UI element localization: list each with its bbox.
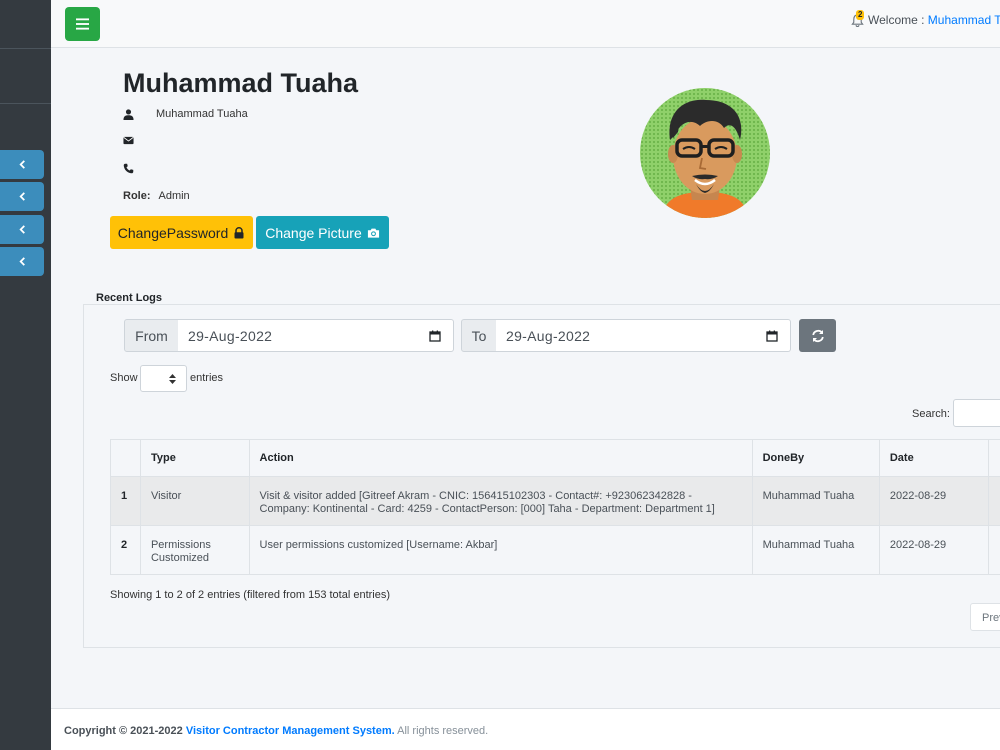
sidebar-item-2[interactable] bbox=[0, 182, 44, 211]
row-type: Visitor bbox=[139, 476, 250, 526]
notification-bell[interactable]: 2 bbox=[851, 9, 865, 28]
user-icon bbox=[123, 108, 134, 120]
column-header-doneby[interactable]: DoneBy bbox=[751, 439, 880, 477]
row-action: User permissions customized [Username: A… bbox=[248, 525, 753, 575]
notification-badge: 2 bbox=[856, 9, 865, 20]
from-date-value: 29-Aug-2022 bbox=[188, 327, 273, 344]
sidebar-item-1[interactable] bbox=[0, 150, 44, 179]
row-date: 2022-08-29 bbox=[878, 525, 990, 575]
top-navbar: 2 Welcome : Muhammad Tuaha bbox=[51, 0, 1000, 48]
profile-role-row: Role: Admin bbox=[123, 190, 190, 202]
refresh-icon bbox=[811, 329, 824, 342]
role-label: Role: bbox=[123, 190, 151, 202]
chevron-left-icon bbox=[18, 192, 25, 201]
footer-copyright: Copyright © 2021-2022 bbox=[64, 725, 186, 737]
column-header-action[interactable]: Action bbox=[248, 439, 753, 477]
table-row: 2 Permissions Customized User permission… bbox=[110, 525, 1000, 575]
calendar-icon[interactable] bbox=[429, 330, 441, 342]
chevron-left-icon bbox=[18, 257, 25, 266]
profile-phone-row bbox=[123, 163, 156, 174]
camera-icon bbox=[367, 228, 379, 238]
calendar-icon[interactable] bbox=[766, 330, 778, 342]
row-number: 1 bbox=[110, 476, 141, 526]
refresh-button[interactable] bbox=[799, 319, 836, 352]
footer-rights: All rights reserved. bbox=[394, 725, 489, 737]
sidebar bbox=[0, 0, 51, 750]
from-label: From bbox=[124, 319, 179, 352]
footer: Copyright © 2021-2022 Visitor Contractor… bbox=[51, 708, 1000, 750]
entries-label: entries bbox=[190, 372, 224, 384]
search-input[interactable] bbox=[953, 399, 1000, 427]
pagination-previous-button[interactable]: Prev bbox=[970, 603, 1000, 631]
logs-table: Type Action DoneBy Date 1 Visitor Visit … bbox=[110, 439, 1000, 575]
table-info-text: Showing 1 to 2 of 2 entries (filtered fr… bbox=[110, 589, 391, 601]
sidebar-item-3[interactable] bbox=[0, 215, 44, 244]
avatar bbox=[640, 88, 770, 218]
to-label: To bbox=[461, 319, 497, 352]
envelope-icon bbox=[123, 136, 134, 145]
search-label: Search: bbox=[912, 408, 950, 420]
change-picture-button[interactable]: Change Picture bbox=[256, 216, 389, 249]
profile-username-row: Muhammad Tuaha bbox=[123, 108, 248, 120]
footer-text: Copyright © 2021-2022 Visitor Contractor… bbox=[64, 725, 488, 737]
change-password-button[interactable]: ChangePassword bbox=[110, 216, 253, 249]
from-date-input[interactable]: 29-Aug-2022 bbox=[178, 319, 454, 352]
column-header-extra bbox=[988, 439, 1000, 477]
profile-username: Muhammad Tuaha bbox=[156, 108, 248, 120]
bars-icon bbox=[76, 18, 89, 30]
row-action: Visit & visitor added [Gitreef Akram - C… bbox=[248, 476, 753, 526]
row-extra bbox=[988, 525, 1000, 575]
row-number: 2 bbox=[110, 525, 141, 575]
lock-icon bbox=[234, 226, 244, 238]
profile-email-row bbox=[123, 135, 156, 146]
show-label: Show bbox=[110, 372, 138, 384]
menu-toggle-button[interactable] bbox=[65, 7, 100, 41]
sidebar-divider bbox=[0, 48, 51, 49]
sort-arrows-icon bbox=[169, 374, 176, 384]
role-value: Admin bbox=[158, 190, 190, 202]
entries-length-select[interactable] bbox=[140, 365, 187, 392]
page-title: Muhammad Tuaha bbox=[123, 68, 359, 98]
recent-logs-title: Recent Logs bbox=[96, 292, 163, 304]
sidebar-divider bbox=[0, 103, 51, 104]
chevron-left-icon bbox=[18, 160, 25, 169]
table-row: 1 Visitor Visit & visitor added [Gitreef… bbox=[110, 476, 1000, 526]
to-date-value: 29-Aug-2022 bbox=[506, 327, 591, 344]
welcome-label: Welcome : bbox=[868, 13, 928, 27]
row-done-by: Muhammad Tuaha bbox=[751, 476, 880, 526]
row-date: 2022-08-29 bbox=[878, 476, 990, 526]
chevron-left-icon bbox=[18, 225, 25, 234]
column-header-type[interactable]: Type bbox=[139, 439, 250, 477]
welcome-area: 2 Welcome : Muhammad Tuaha bbox=[851, 9, 1000, 28]
table-header-row: Type Action DoneBy Date bbox=[110, 439, 1000, 477]
column-header-date[interactable]: Date bbox=[878, 439, 990, 477]
column-header-index[interactable] bbox=[110, 439, 141, 477]
to-date-input[interactable]: 29-Aug-2022 bbox=[496, 319, 791, 352]
row-type: Permissions Customized bbox=[139, 525, 250, 575]
phone-icon bbox=[123, 163, 134, 174]
change-picture-label: Change Picture bbox=[265, 224, 362, 241]
footer-system-link[interactable]: Visitor Contractor Management System. bbox=[186, 725, 395, 737]
user-menu-link[interactable]: Muhammad Tuaha bbox=[928, 13, 1000, 27]
row-done-by: Muhammad Tuaha bbox=[751, 525, 880, 575]
change-password-label: ChangePassword bbox=[117, 224, 229, 241]
sidebar-item-4[interactable] bbox=[0, 247, 44, 276]
row-extra bbox=[988, 476, 1000, 526]
